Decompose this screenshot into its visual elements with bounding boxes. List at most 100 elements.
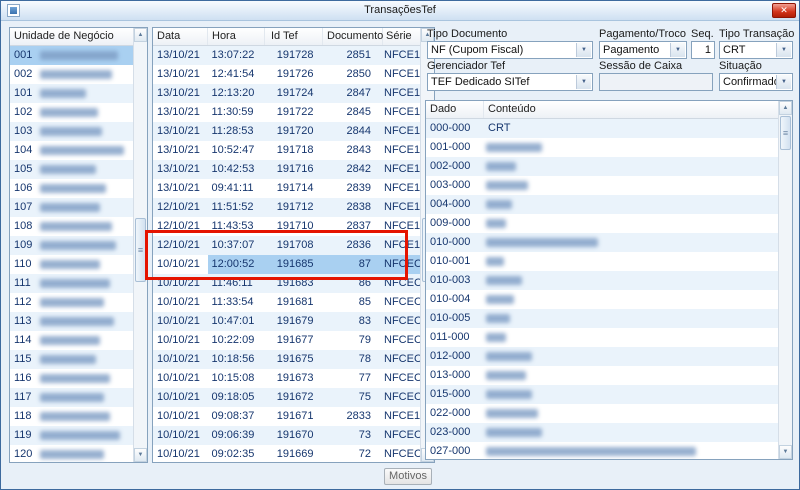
dado-row[interactable]: 004-000 bbox=[426, 195, 778, 214]
unidade-row[interactable]: 002 bbox=[10, 65, 133, 84]
cell-documento: 2850 bbox=[346, 68, 372, 80]
unidade-row[interactable]: 118 bbox=[10, 407, 133, 426]
dado-row[interactable]: 009-000 bbox=[426, 214, 778, 233]
seq-field[interactable]: 1 bbox=[691, 41, 715, 59]
transaction-row[interactable]: 13/10/21 12:13:20 191724 2847 NFCE1 bbox=[153, 84, 420, 103]
unidade-row[interactable]: 107 bbox=[10, 198, 133, 217]
column-header-dado[interactable]: Dado bbox=[426, 101, 484, 118]
unidade-row[interactable]: 110 bbox=[10, 255, 133, 274]
unidade-row[interactable]: 105 bbox=[10, 160, 133, 179]
dado-row[interactable]: 011-000 bbox=[426, 328, 778, 347]
unidade-code: 116 bbox=[14, 372, 32, 384]
transaction-row[interactable]: 12/10/21 11:51:52 191712 2838 NFCE1 bbox=[153, 198, 420, 217]
dado-row[interactable]: 000-000 CRT bbox=[426, 119, 778, 138]
unidade-row[interactable]: 119 bbox=[10, 426, 133, 445]
unidade-row[interactable]: 114 bbox=[10, 331, 133, 350]
cell-idtef: 191722 bbox=[276, 106, 314, 118]
transaction-row[interactable]: 10/10/21 12:00:52 191685 87 NFCEC bbox=[153, 255, 420, 274]
unidade-row[interactable]: 120 bbox=[10, 445, 133, 462]
pagamento-troco-select[interactable]: Pagamento ▼ bbox=[599, 41, 687, 59]
chevron-down-icon[interactable]: ▼ bbox=[776, 43, 791, 57]
transaction-row[interactable]: 10/10/21 09:08:37 191671 2833 NFCE1 bbox=[153, 407, 420, 426]
unidade-row[interactable]: 111 bbox=[10, 274, 133, 293]
dado-row[interactable]: 010-005 bbox=[426, 309, 778, 328]
scroll-thumb[interactable]: ≡ bbox=[135, 218, 146, 282]
dado-row[interactable]: 002-000 bbox=[426, 157, 778, 176]
cell-idtef: 191718 bbox=[276, 144, 314, 156]
column-header-hora[interactable]: Hora bbox=[208, 28, 265, 45]
dado-row[interactable]: 027-000 bbox=[426, 442, 778, 459]
dado-row[interactable]: 010-000 bbox=[426, 233, 778, 252]
scroll-thumb[interactable]: ≡ bbox=[780, 116, 791, 150]
tipo-documento-select[interactable]: NF (Cupom Fiscal) ▼ bbox=[427, 41, 593, 59]
gerenciador-tef-select[interactable]: TEF Dedicado SITef ▼ bbox=[427, 73, 593, 91]
dado-row[interactable]: 022-000 bbox=[426, 404, 778, 423]
unidade-row[interactable]: 106 bbox=[10, 179, 133, 198]
scroll-up-icon[interactable]: ▲ bbox=[134, 28, 147, 42]
dado-row[interactable]: 010-004 bbox=[426, 290, 778, 309]
unidade-row[interactable]: 112 bbox=[10, 293, 133, 312]
dado-row[interactable]: 010-001 bbox=[426, 252, 778, 271]
unidade-row[interactable]: 115 bbox=[10, 350, 133, 369]
dado-row[interactable]: 012-000 bbox=[426, 347, 778, 366]
transaction-row[interactable]: 10/10/21 11:46:11 191683 86 NFCEC bbox=[153, 274, 420, 293]
dado-row[interactable]: 015-000 bbox=[426, 385, 778, 404]
transaction-row[interactable]: 13/10/21 11:28:53 191720 2844 NFCE1 bbox=[153, 122, 420, 141]
chevron-down-icon[interactable]: ▼ bbox=[670, 43, 685, 57]
transaction-row[interactable]: 10/10/21 11:33:54 191681 85 NFCEC bbox=[153, 293, 420, 312]
unidade-row[interactable]: 116 bbox=[10, 369, 133, 388]
column-header-idtef[interactable]: Id Tef bbox=[265, 28, 323, 45]
chevron-down-icon[interactable]: ▼ bbox=[776, 75, 791, 89]
cell-documento: 2847 bbox=[346, 87, 372, 99]
motivos-button[interactable]: Motivos bbox=[384, 468, 432, 485]
transaction-row[interactable]: 10/10/21 09:18:05 191672 75 NFCEC bbox=[153, 388, 420, 407]
dado-row[interactable]: 013-000 bbox=[426, 366, 778, 385]
unidade-row[interactable]: 103 bbox=[10, 122, 133, 141]
column-header-data[interactable]: Data bbox=[153, 28, 208, 45]
transaction-row[interactable]: 10/10/21 10:47:01 191679 83 NFCEC bbox=[153, 312, 420, 331]
unidade-row[interactable]: 117 bbox=[10, 388, 133, 407]
transaction-row[interactable]: 10/10/21 09:06:39 191670 73 NFCEC bbox=[153, 426, 420, 445]
column-header-unidade[interactable]: Unidade de Negócio bbox=[10, 28, 147, 45]
transaction-row[interactable]: 13/10/21 11:30:59 191722 2845 NFCE1 bbox=[153, 103, 420, 122]
close-button[interactable]: ✕ bbox=[772, 3, 796, 18]
transaction-row[interactable]: 13/10/21 10:42:53 191716 2842 NFCE1 bbox=[153, 160, 420, 179]
chevron-down-icon[interactable]: ▼ bbox=[576, 75, 591, 89]
dado-row[interactable]: 001-000 bbox=[426, 138, 778, 157]
dado-row[interactable]: 023-000 bbox=[426, 423, 778, 442]
tipo-transacao-select[interactable]: CRT ▼ bbox=[719, 41, 793, 59]
scroll-up-icon[interactable]: ▲ bbox=[779, 101, 792, 115]
dado-row[interactable]: 003-000 bbox=[426, 176, 778, 195]
column-header-conteudo[interactable]: Conteúdo bbox=[484, 101, 792, 118]
transaction-row[interactable]: 12/10/21 11:43:53 191710 2837 NFCE1 bbox=[153, 217, 420, 236]
transaction-row[interactable]: 10/10/21 10:15:08 191673 77 NFCEC bbox=[153, 369, 420, 388]
column-header-serie[interactable]: Série bbox=[383, 28, 422, 45]
transaction-row[interactable]: 13/10/21 10:52:47 191718 2843 NFCE1 bbox=[153, 141, 420, 160]
sessao-caixa-field[interactable] bbox=[599, 73, 713, 91]
transaction-row[interactable]: 13/10/21 09:41:11 191714 2839 NFCE1 bbox=[153, 179, 420, 198]
unidade-row[interactable]: 108 bbox=[10, 217, 133, 236]
cell-hora: 09:08:37 bbox=[211, 410, 255, 422]
transaction-row[interactable]: 13/10/21 12:41:54 191726 2850 NFCE1 bbox=[153, 65, 420, 84]
unidade-row[interactable]: 109 bbox=[10, 236, 133, 255]
dado-row[interactable]: 010-003 bbox=[426, 271, 778, 290]
cell-hora: 09:41:11 bbox=[211, 182, 254, 194]
column-header-documento[interactable]: Documento bbox=[323, 28, 383, 45]
situacao-select[interactable]: Confirmado ▼ bbox=[719, 73, 793, 91]
unidade-row[interactable]: 104 bbox=[10, 141, 133, 160]
dados-scrollbar[interactable]: ▲ ≡ ▼ bbox=[778, 101, 792, 459]
transaction-row[interactable]: 10/10/21 10:18:56 191675 78 NFCEC bbox=[153, 350, 420, 369]
transaction-row[interactable]: 10/10/21 10:22:09 191677 79 NFCEC bbox=[153, 331, 420, 350]
unidade-row[interactable]: 102 bbox=[10, 103, 133, 122]
scroll-down-icon[interactable]: ▼ bbox=[779, 445, 792, 459]
chevron-down-icon[interactable]: ▼ bbox=[576, 43, 591, 57]
unidade-row[interactable]: 101 bbox=[10, 84, 133, 103]
transaction-row[interactable]: 10/10/21 09:02:35 191669 72 NFCEC bbox=[153, 445, 420, 462]
transaction-row[interactable]: 12/10/21 10:37:07 191708 2836 NFCE1 bbox=[153, 236, 420, 255]
transaction-row[interactable]: 13/10/21 13:07:22 191728 2851 NFCE1 bbox=[153, 46, 420, 65]
scroll-down-icon[interactable]: ▼ bbox=[134, 448, 147, 462]
unidade-row[interactable]: 001 bbox=[10, 46, 133, 65]
unidade-row[interactable]: 113 bbox=[10, 312, 133, 331]
dado-code: 004-000 bbox=[430, 198, 471, 210]
unidade-scrollbar[interactable]: ▲ ≡ ▼ bbox=[133, 28, 147, 462]
